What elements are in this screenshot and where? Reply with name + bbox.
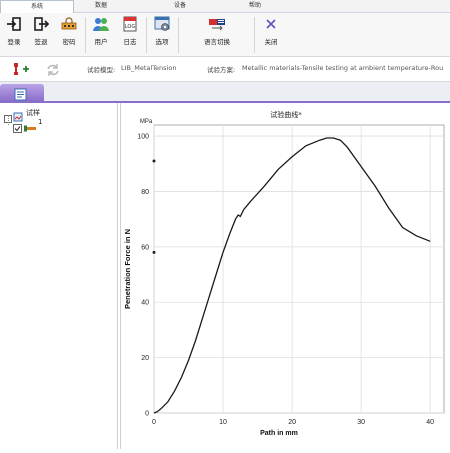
test-template-label: 试验模型:	[87, 66, 116, 74]
login-icon	[6, 16, 22, 32]
x-tick-label: 0	[152, 419, 156, 426]
options-label: 选项	[155, 38, 169, 46]
x-tick-label: 30	[357, 419, 365, 426]
x-tick-label: 40	[426, 419, 434, 426]
close-icon	[263, 16, 279, 32]
log-button[interactable]: LOG 日志	[116, 16, 144, 56]
y-tick-label: 60	[141, 244, 149, 251]
y-tick-label: 80	[141, 189, 149, 196]
data-marker	[152, 250, 156, 254]
logout-icon	[33, 16, 50, 32]
tree-child-label[interactable]: 1	[38, 118, 42, 126]
users-label: 用户	[94, 38, 108, 46]
tab-data-label: 数据	[94, 2, 107, 9]
close-label: 关闭	[264, 38, 278, 46]
tab-help-label: 帮助	[248, 2, 261, 9]
test-scheme-value: Metallic materials-Tensile testing at am…	[242, 64, 444, 72]
tab-help[interactable]: 帮助	[230, 0, 280, 12]
y-tick-label: 0	[145, 411, 149, 418]
specimen-tree: 试样 1	[0, 103, 118, 449]
panel-tab-strip	[0, 82, 450, 103]
y-tick-label: 40	[141, 300, 149, 307]
language-switch-label: 语言切换	[204, 38, 230, 46]
ribbon-separator	[178, 17, 179, 53]
x-tick-label: 10	[219, 419, 227, 426]
chart-title: 试验曲线*	[270, 111, 302, 119]
tab-test-view[interactable]	[0, 84, 44, 101]
test-template-value: LIB_MetalTension	[121, 64, 177, 72]
x-axis-label: Path in mm	[260, 430, 298, 437]
users-button[interactable]: 用户	[87, 16, 115, 56]
users-icon	[93, 16, 109, 32]
logout-label: 签退	[34, 38, 48, 46]
login-button[interactable]: 登录	[0, 16, 28, 56]
refresh-icon[interactable]	[46, 62, 60, 81]
logout-button[interactable]: 签退	[27, 16, 55, 56]
tab-system-label: 系统	[30, 3, 43, 10]
tab-device[interactable]: 设备	[155, 0, 205, 12]
ribbon-separator	[85, 17, 86, 53]
test-info-bar: 试验模型: LIB_MetalTension 试验方案: Metallic ma…	[0, 57, 450, 82]
y-axis-label: Penetration Force in N	[123, 229, 132, 309]
password-label: 密码	[62, 38, 76, 46]
test-curve-panel: 试验曲线* 0 10 20 30 40 0 20 40 60 80 100 Path in mm Pen…	[120, 103, 450, 449]
language-switch-icon	[209, 16, 225, 32]
options-icon	[154, 16, 170, 32]
login-label: 登录	[7, 38, 21, 46]
log-icon: LOG	[122, 16, 138, 32]
data-marker	[152, 159, 156, 163]
tab-data[interactable]: 数据	[72, 0, 130, 12]
y-tick-label: 20	[141, 355, 149, 362]
y-tick-label: 100	[137, 134, 149, 141]
x-tick-label: 20	[288, 419, 296, 426]
ribbon-toolbar: 登录 签退 密码 用户 LOG 日志 选项 语言切换 关闭	[0, 13, 450, 57]
svg-text:LOG: LOG	[125, 24, 136, 30]
tab-system[interactable]: 系统	[0, 0, 74, 13]
plot-area	[153, 124, 445, 414]
menu-bar: 系统 数据 设备 帮助	[0, 0, 450, 13]
tensile-test-icon[interactable]	[12, 61, 34, 80]
tree-connector	[8, 115, 10, 125]
ribbon-separator	[254, 17, 255, 53]
ribbon-separator	[146, 17, 147, 53]
password-button[interactable]: 密码	[55, 16, 83, 56]
tab-device-label: 设备	[173, 2, 186, 9]
options-button[interactable]: 选项	[148, 16, 176, 56]
tree-child-checkbox[interactable]	[13, 118, 22, 137]
password-icon	[61, 16, 77, 32]
test-curve-chart[interactable]: 0 10 20 30 40 0 20 40 60 80 100 Path in mm Penetrati…	[121, 103, 450, 449]
tree-root-label[interactable]: 试样	[26, 108, 40, 118]
log-label: 日志	[123, 38, 137, 46]
close-button[interactable]: 关闭	[257, 16, 285, 56]
specimen-icon	[24, 118, 36, 137]
test-scheme-label: 试验方案:	[207, 66, 236, 74]
language-switch-button[interactable]: 语言切换	[196, 16, 238, 56]
